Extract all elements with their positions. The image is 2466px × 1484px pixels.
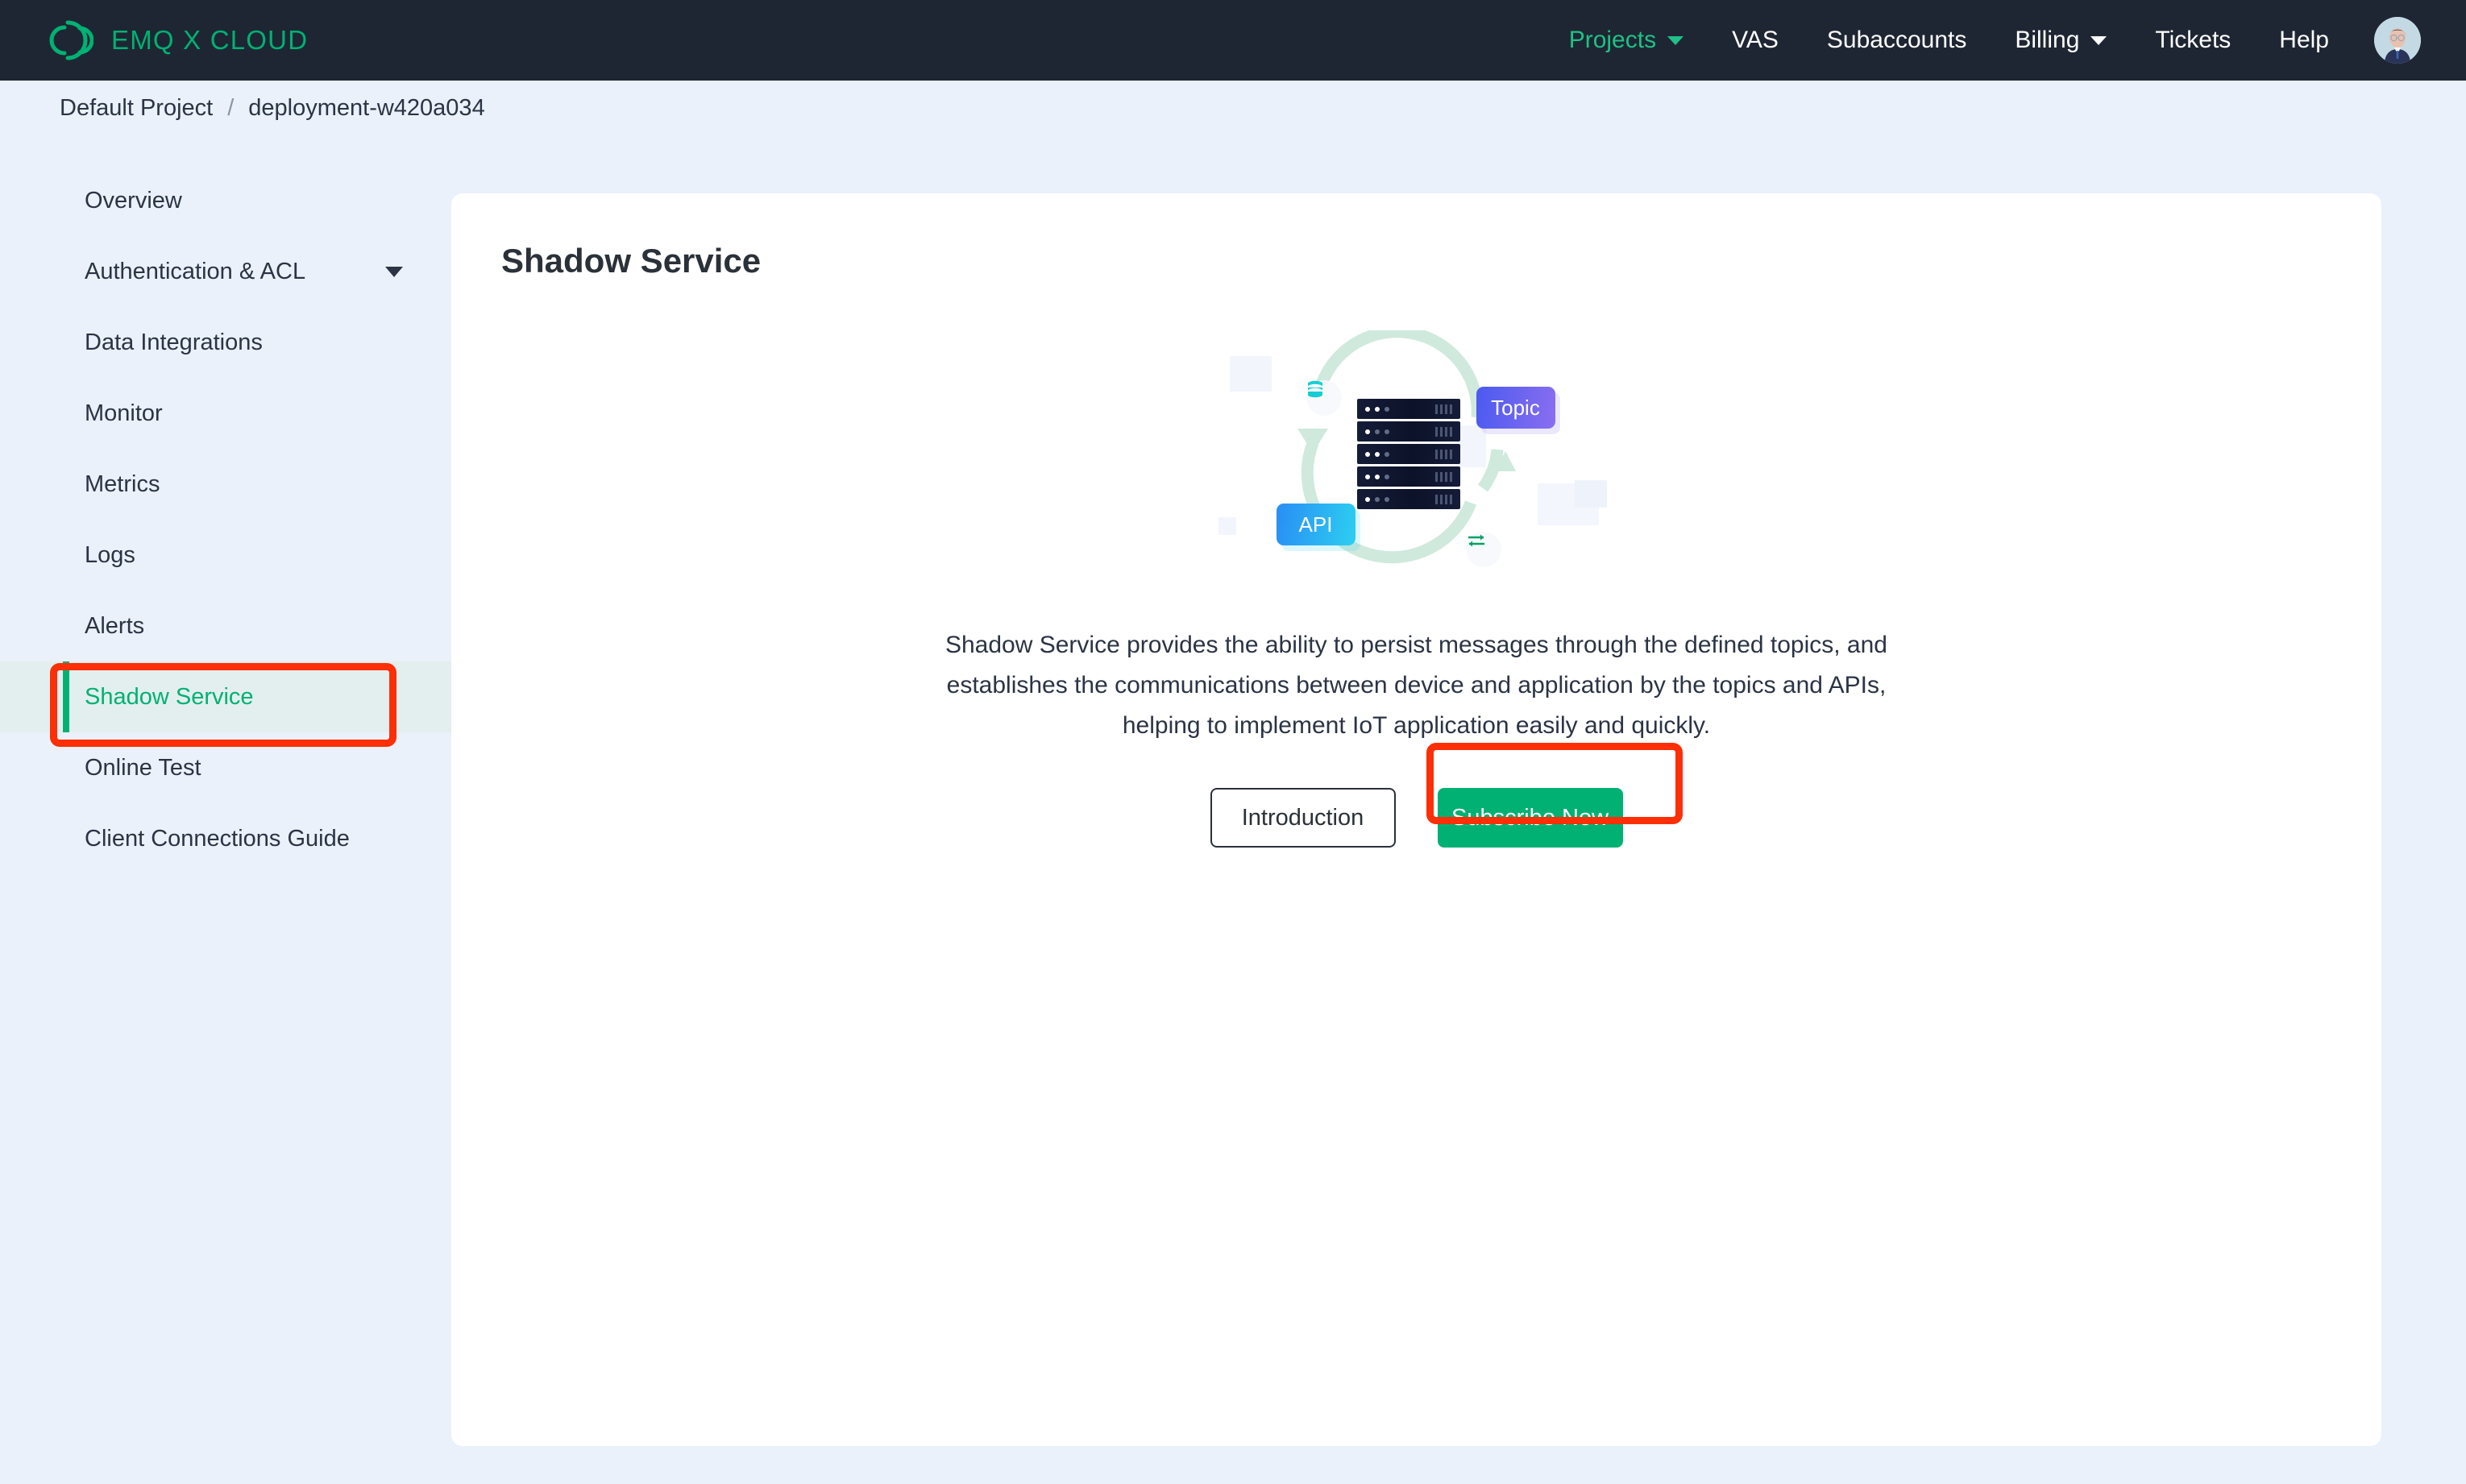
nav-item-projects-label: Projects: [1568, 27, 1657, 53]
nav-item-billing-label: Billing: [2015, 27, 2080, 53]
sidebar-item-logs[interactable]: Logs: [0, 520, 451, 591]
sidebar-item-alerts[interactable]: Alerts: [0, 591, 451, 661]
server-status-dots: [1364, 474, 1389, 479]
top-navigation-bar: EMQ X CLOUD Projects VAS Subaccounts Bil…: [0, 0, 2466, 81]
nav-item-subaccounts[interactable]: Subaccounts: [1803, 27, 1991, 54]
api-badge: API: [1276, 504, 1355, 545]
server-status-dots: [1364, 451, 1389, 457]
breadcrumb-project-link[interactable]: Default Project: [60, 95, 213, 122]
server-vent-bars: [1434, 449, 1452, 459]
server-status-dots: [1364, 496, 1389, 502]
emqx-arcs-logo-icon: [47, 17, 94, 64]
sidebar-item-data-integrations[interactable]: Data Integrations: [0, 307, 451, 378]
sidebar-item-label: Shadow Service: [85, 683, 254, 710]
chevron-down-icon: [2090, 35, 2107, 45]
server-row: [1356, 489, 1460, 509]
sidebar-item-authentication-acl[interactable]: Authentication & ACL: [0, 236, 451, 307]
server-row: [1356, 466, 1460, 487]
nav-item-tickets-label: Tickets: [2155, 27, 2231, 53]
nav-item-projects[interactable]: Projects: [1545, 27, 1708, 54]
server-stack-icon: [1356, 399, 1460, 509]
user-avatar[interactable]: [2374, 17, 2421, 64]
sidebar-item-label: Online Test: [85, 754, 201, 781]
content-center-column: Topic API Shadow Service provides the ab…: [451, 330, 2381, 848]
server-vent-bars: [1434, 426, 1452, 437]
exchange-arrows-icon: [1465, 532, 1501, 567]
shadow-service-illustration: Topic API: [1199, 330, 1634, 572]
chevron-down-icon: [385, 266, 403, 277]
nav-item-subaccounts-label: Subaccounts: [1826, 27, 1967, 53]
server-row: [1356, 399, 1460, 419]
topic-badge: Topic: [1476, 387, 1555, 429]
sidebar-item-label: Authentication & ACL: [85, 258, 306, 284]
server-row: [1356, 444, 1460, 464]
main-content-card: Shadow Service Topic API Shadow Service …: [451, 193, 2381, 1446]
nav-item-help[interactable]: Help: [2255, 27, 2353, 54]
database-icon: [1306, 380, 1342, 416]
server-vent-bars: [1434, 494, 1452, 504]
sidebar-item-overview[interactable]: Overview: [0, 165, 451, 236]
sidebar-item-label: Metrics: [85, 470, 160, 497]
server-vent-bars: [1434, 471, 1452, 482]
sidebar-item-monitor[interactable]: Monitor: [0, 378, 451, 449]
nav-item-vas[interactable]: VAS: [1708, 27, 1803, 54]
sidebar-item-label: Client Connections Guide: [85, 825, 350, 852]
breadcrumb-deployment-link[interactable]: deployment-w420a034: [248, 95, 484, 122]
top-nav-items: Projects VAS Subaccounts Billing Tickets…: [1545, 17, 2466, 64]
subscribe-now-button-label: Subscribe Now: [1451, 804, 1609, 831]
sidebar-item-label: Overview: [85, 187, 182, 213]
brand-logo-group[interactable]: EMQ X CLOUD: [47, 17, 308, 64]
nav-item-tickets[interactable]: Tickets: [2131, 27, 2255, 54]
server-status-dots: [1364, 429, 1389, 434]
page-title: Shadow Service: [501, 242, 762, 280]
server-vent-bars: [1434, 404, 1452, 414]
server-status-dots: [1364, 406, 1389, 412]
brand-name: EMQ X CLOUD: [111, 25, 309, 55]
introduction-button[interactable]: Introduction: [1210, 788, 1396, 848]
nav-item-help-label: Help: [2279, 27, 2329, 53]
sidebar-item-shadow-service[interactable]: Shadow Service: [0, 661, 451, 732]
introduction-button-label: Introduction: [1241, 804, 1364, 831]
nav-item-vas-label: VAS: [1732, 27, 1779, 53]
sidebar-item-label: Data Integrations: [85, 329, 263, 355]
service-description: Shadow Service provides the ability to p…: [944, 632, 1887, 739]
breadcrumb-separator: /: [227, 94, 235, 121]
sidebar-item-label: Logs: [85, 541, 135, 568]
sidebar-item-online-test[interactable]: Online Test: [0, 732, 451, 803]
breadcrumb: Default Project / deployment-w420a034: [0, 81, 2466, 135]
topic-badge-label: Topic: [1491, 395, 1540, 420]
nav-item-billing[interactable]: Billing: [1991, 27, 2131, 54]
sidebar-item-metrics[interactable]: Metrics: [0, 449, 451, 520]
sidebar-item-label: Alerts: [85, 612, 145, 639]
sidebar-item-client-connections-guide[interactable]: Client Connections Guide: [0, 803, 451, 874]
api-badge-label: API: [1298, 512, 1333, 537]
chevron-down-icon: [1667, 35, 1684, 45]
subscribe-now-button[interactable]: Subscribe Now: [1437, 788, 1623, 848]
action-button-row: Introduction Subscribe Now: [1210, 788, 1623, 848]
sidebar-navigation: Overview Authentication & ACL Data Integ…: [0, 165, 451, 874]
server-row: [1356, 421, 1460, 441]
sidebar-item-label: Monitor: [85, 400, 163, 426]
